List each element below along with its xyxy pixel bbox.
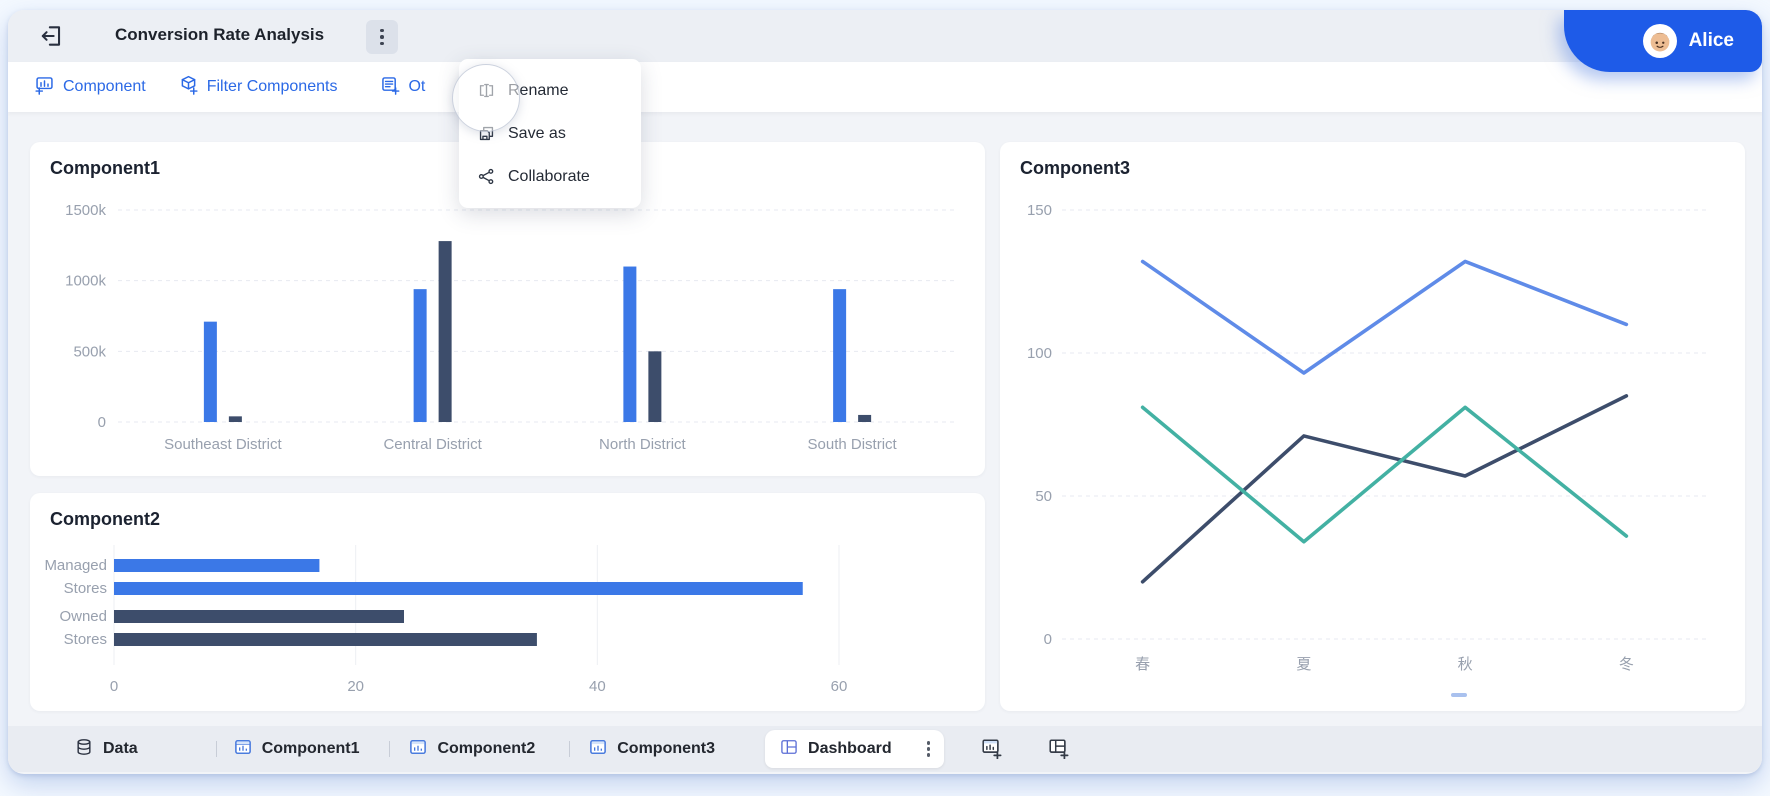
svg-text:Southeast District: Southeast District bbox=[164, 436, 282, 453]
tab-dashboard-active[interactable]: Dashboard bbox=[765, 730, 944, 768]
chart-sheet-icon bbox=[588, 737, 608, 762]
svg-text:0: 0 bbox=[98, 414, 106, 431]
component2-panel: Component2 0 20 40 60 Managed Stores Owned Stor… bbox=[30, 493, 985, 711]
tab-data[interactable]: Data bbox=[74, 737, 138, 762]
component3-panel: Component3 150 100 50 0 春 夏 秋 冬 bbox=[1000, 142, 1745, 711]
svg-text:0: 0 bbox=[1044, 631, 1052, 648]
component1-title: Component1 bbox=[50, 158, 160, 179]
chart-sheet-icon bbox=[233, 737, 253, 762]
svg-text:0: 0 bbox=[110, 678, 118, 695]
svg-text:40: 40 bbox=[589, 678, 606, 695]
app-window: Conversion Rate Analysis Alice bbox=[8, 10, 1762, 774]
header-bar: Conversion Rate Analysis bbox=[8, 10, 1762, 62]
share-nodes-icon bbox=[477, 167, 496, 186]
component2-title: Component2 bbox=[50, 509, 160, 530]
svg-text:100: 100 bbox=[1027, 345, 1052, 362]
add-dashboard-button[interactable] bbox=[1047, 737, 1069, 762]
chart-sheet-icon bbox=[408, 737, 428, 762]
add-list-component-icon bbox=[379, 74, 400, 100]
svg-text:Central District: Central District bbox=[383, 436, 482, 453]
add-chart-component-icon bbox=[34, 74, 55, 100]
svg-text:Owned: Owned bbox=[59, 608, 107, 625]
back-button[interactable] bbox=[38, 23, 66, 51]
svg-text:60: 60 bbox=[831, 678, 848, 695]
svg-text:20: 20 bbox=[347, 678, 364, 695]
tab-separator bbox=[389, 741, 390, 757]
page-title: Conversion Rate Analysis bbox=[115, 25, 324, 45]
svg-text:1000k: 1000k bbox=[65, 273, 106, 290]
svg-text:500k: 500k bbox=[73, 343, 106, 360]
add-chart-sheet-button[interactable] bbox=[980, 737, 1002, 762]
kebab-icon bbox=[380, 29, 384, 46]
database-icon bbox=[74, 737, 94, 762]
dashboard-grid-icon bbox=[779, 737, 799, 762]
svg-text:1500k: 1500k bbox=[65, 202, 106, 219]
svg-text:50: 50 bbox=[1035, 488, 1052, 505]
scrollbar-fragment bbox=[1451, 693, 1467, 697]
menu-item-save-as[interactable]: Save as bbox=[459, 112, 641, 155]
title-context-menu: Rename Save as Collaborate bbox=[459, 59, 641, 208]
avatar bbox=[1643, 24, 1677, 58]
svg-text:Stores: Stores bbox=[64, 631, 107, 648]
other-component-button[interactable]: Ot bbox=[379, 74, 425, 100]
user-badge[interactable]: Alice bbox=[1564, 10, 1762, 72]
rename-cursor-icon bbox=[477, 81, 496, 100]
tab-component2[interactable]: Component2 bbox=[408, 737, 535, 762]
sheet-tabbar: Data Component1 bbox=[8, 726, 1762, 772]
component1-chart: 1500k 1000k 500k 0 Southeast District Central… bbox=[50, 194, 965, 470]
svg-text:夏: 夏 bbox=[1296, 656, 1311, 673]
svg-text:150: 150 bbox=[1027, 202, 1052, 219]
svg-text:秋: 秋 bbox=[1458, 656, 1473, 673]
tab-separator bbox=[569, 741, 570, 757]
add-chart-icon bbox=[980, 737, 1002, 762]
add-dashboard-icon bbox=[1047, 737, 1069, 762]
svg-text:South District: South District bbox=[808, 436, 898, 453]
component3-title: Component3 bbox=[1020, 158, 1130, 179]
svg-text:Stores: Stores bbox=[64, 580, 107, 597]
save-as-icon bbox=[477, 124, 496, 143]
title-more-button[interactable] bbox=[366, 20, 398, 54]
menu-item-rename[interactable]: Rename bbox=[459, 69, 641, 112]
svg-text:春: 春 bbox=[1135, 656, 1150, 673]
svg-text:冬: 冬 bbox=[1619, 656, 1634, 673]
toolbar: Component Filter Components Ot bbox=[8, 62, 1762, 112]
tab-separator bbox=[216, 741, 217, 757]
component2-chart: 0 20 40 60 Managed Stores Owned Stores bbox=[40, 539, 971, 705]
component3-chart: 150 100 50 0 春 夏 秋 冬 bbox=[1020, 192, 1725, 699]
user-name: Alice bbox=[1689, 30, 1734, 52]
filter-components-button[interactable]: Filter Components bbox=[178, 74, 338, 100]
svg-text:North District: North District bbox=[599, 436, 687, 453]
tab-component3[interactable]: Component3 bbox=[588, 737, 715, 762]
back-exit-icon bbox=[39, 37, 65, 52]
tab-kebab-icon[interactable] bbox=[927, 741, 931, 757]
filter-cube-icon bbox=[178, 74, 199, 100]
tab-component1[interactable]: Component1 bbox=[233, 737, 360, 762]
menu-item-collaborate[interactable]: Collaborate bbox=[459, 155, 641, 198]
svg-text:Managed: Managed bbox=[44, 557, 107, 574]
add-component-button[interactable]: Component bbox=[34, 74, 146, 100]
